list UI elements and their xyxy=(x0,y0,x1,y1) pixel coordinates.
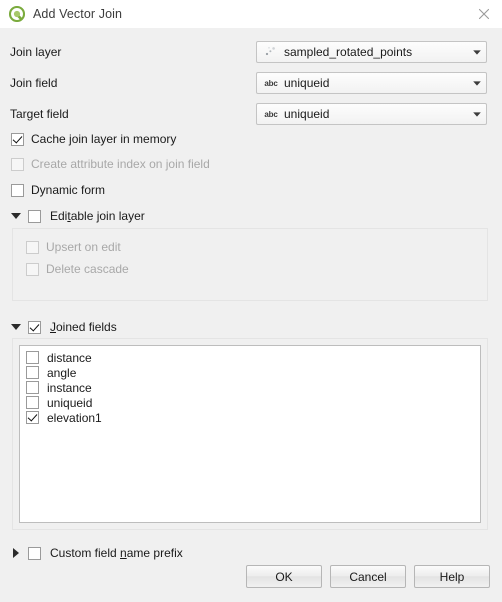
dialog-body: Join layer sampled_rotated_points Join f… xyxy=(0,28,502,602)
expander-down-icon[interactable] xyxy=(10,210,22,222)
delete-cascade-label: Delete cascade xyxy=(46,262,129,276)
upsert-on-edit-checkbox-row: Upsert on edit xyxy=(26,240,500,254)
ok-button[interactable]: OK xyxy=(246,565,322,588)
list-item[interactable]: elevation1 xyxy=(26,410,480,425)
chevron-down-icon xyxy=(468,109,486,119)
joined-fields-group-header[interactable]: Joined fields xyxy=(10,320,117,334)
field-distance-label: distance xyxy=(47,350,92,365)
field-angle-checkbox[interactable] xyxy=(26,366,39,379)
editable-join-layer-subgroup: Upsert on edit Delete cascade xyxy=(12,228,488,301)
editable-join-layer-checkbox[interactable] xyxy=(28,209,41,223)
field-angle-label: angle xyxy=(47,365,77,380)
field-elevation1-checkbox[interactable] xyxy=(26,411,39,424)
delete-cascade-checkbox-row: Delete cascade xyxy=(26,262,500,276)
cache-join-layer-checkbox[interactable] xyxy=(11,132,24,146)
field-uniqueid-label: uniqueid xyxy=(47,395,93,410)
field-instance-checkbox[interactable] xyxy=(26,381,39,394)
upsert-on-edit-label: Upsert on edit xyxy=(46,240,121,254)
joined-fields-list[interactable]: distance angle instance uniqueid elevati… xyxy=(19,345,481,523)
join-layer-label: Join layer xyxy=(10,45,62,59)
custom-field-name-prefix-checkbox[interactable] xyxy=(28,546,41,560)
dialog-button-row: OK Cancel Help xyxy=(246,565,490,588)
join-layer-combobox[interactable]: sampled_rotated_points xyxy=(256,41,487,63)
cache-join-layer-checkbox-row[interactable]: Cache join layer in memory xyxy=(11,132,176,146)
field-instance-label: instance xyxy=(47,380,92,395)
joined-fields-checkbox[interactable] xyxy=(28,320,41,334)
join-field-row: Join field abc uniqueid xyxy=(0,71,502,95)
list-item[interactable]: instance xyxy=(26,380,480,395)
delete-cascade-checkbox xyxy=(26,262,39,276)
dialog-title: Add Vector Join xyxy=(33,7,123,21)
field-distance-checkbox[interactable] xyxy=(26,351,39,364)
create-attribute-index-label: Create attribute index on join field xyxy=(31,157,210,171)
help-button[interactable]: Help xyxy=(414,565,490,588)
create-attribute-index-checkbox xyxy=(11,157,24,171)
field-uniqueid-checkbox[interactable] xyxy=(26,396,39,409)
custom-field-name-prefix-label: Custom field name prefix xyxy=(50,546,183,560)
abc-text-field-icon: abc xyxy=(264,78,278,88)
join-field-combobox[interactable]: abc uniqueid xyxy=(256,72,487,94)
upsert-on-edit-checkbox xyxy=(26,240,39,254)
list-item[interactable]: angle xyxy=(26,365,480,380)
custom-field-name-prefix-group-header[interactable]: Custom field name prefix xyxy=(10,546,183,560)
editable-join-layer-label: Editable join layer xyxy=(50,209,145,223)
expander-right-icon[interactable] xyxy=(10,547,22,559)
expander-down-icon[interactable] xyxy=(10,321,22,333)
cancel-button[interactable]: Cancel xyxy=(330,565,406,588)
dialog-titlebar: Add Vector Join xyxy=(0,0,502,28)
field-elevation1-label: elevation1 xyxy=(47,410,102,425)
target-field-row: Target field abc uniqueid xyxy=(0,102,502,126)
joined-fields-label: Joined fields xyxy=(50,320,117,334)
joined-fields-listbox[interactable]: distance angle instance uniqueid elevati… xyxy=(12,338,488,530)
chevron-down-icon xyxy=(468,47,486,57)
target-field-value: uniqueid xyxy=(284,107,330,121)
create-attribute-index-checkbox-row: Create attribute index on join field xyxy=(11,157,210,171)
abc-text-field-icon: abc xyxy=(264,109,278,119)
cache-join-layer-label: Cache join layer in memory xyxy=(31,132,177,146)
dynamic-form-label: Dynamic form xyxy=(31,183,106,197)
target-field-label: Target field xyxy=(10,107,69,121)
list-item[interactable]: distance xyxy=(26,350,480,365)
dynamic-form-checkbox[interactable] xyxy=(11,183,24,197)
dynamic-form-checkbox-row[interactable]: Dynamic form xyxy=(11,183,105,197)
list-item[interactable]: uniqueid xyxy=(26,395,480,410)
editable-join-layer-group-header[interactable]: Editable join layer xyxy=(10,209,145,223)
chevron-down-icon xyxy=(468,78,486,88)
point-layer-icon xyxy=(263,45,279,59)
target-field-combobox[interactable]: abc uniqueid xyxy=(256,103,487,125)
join-field-label: Join field xyxy=(10,76,58,90)
close-icon[interactable] xyxy=(476,6,492,22)
join-layer-row: Join layer sampled_rotated_points xyxy=(0,40,502,64)
join-layer-value: sampled_rotated_points xyxy=(284,45,413,59)
qgis-logo-icon xyxy=(8,5,26,23)
join-field-value: uniqueid xyxy=(284,76,330,90)
